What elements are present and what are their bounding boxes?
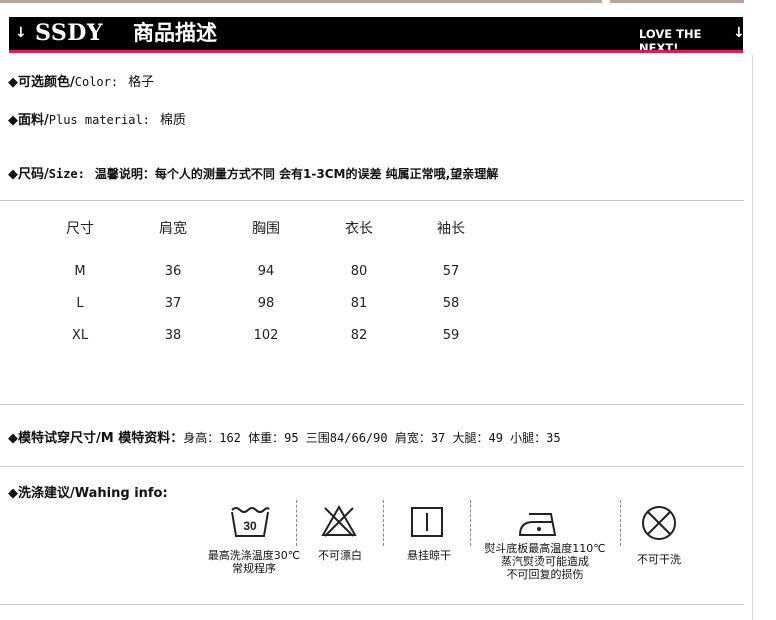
color-label-en: Color: [74,75,119,89]
care-separator [620,500,621,546]
section-header: ↓ SSDY 商品描述 LOVE THE NEXT! ↓ [9,17,745,55]
table-cell: 81 [350,296,368,311]
table-cell: 102 [253,328,279,343]
bullet-icon: ◆ [8,486,18,501]
table-header-cell: 肩宽 [159,221,187,237]
color-value: 格子 [128,75,155,90]
table-cell: 98 [257,296,275,311]
table-cell: M [74,264,86,279]
material-line: ◆面料/Plus material: 棉质 [8,112,186,129]
table-cell: XL [71,328,89,343]
care-separator [383,500,384,546]
material-value: 棉质 [159,113,186,128]
top-image-strip [0,0,744,3]
no-dry-clean-icon [642,506,676,540]
table-header-cell: 袖长 [437,221,465,237]
bullet-icon: ◆ [8,113,18,128]
table-cell: 59 [442,328,460,343]
table-cell: 80 [350,264,368,279]
model-label: 模特试穿尺寸/M 模特资料： [18,431,184,446]
washing-label: 洗涤建议/Wahing info: [18,486,168,501]
color-label: 可选颜色/ [18,75,75,90]
table-cell: 38 [164,328,182,343]
bullet-icon: ◆ [8,75,18,90]
divider [0,404,744,405]
care-label: 不可漂白 [318,549,362,562]
care-label: 最高洗涤温度30℃ 常规程序 [207,549,301,575]
material-label-en: Plus material: [48,113,150,127]
table-cell: L [76,296,84,311]
size-line: ◆尺码/Size: 温馨说明：每个人的测量方式不同 会有1-3CM的误差 纯属正常… [8,166,498,183]
wash-temp-text: 30 [243,519,257,533]
color-line: ◆可选颜色/Color: 格子 [8,74,154,91]
table-cell: 36 [164,264,182,279]
care-separator [470,500,471,546]
washing-line: ◆洗涤建议/Wahing info: [8,486,168,502]
table-header-cell: 衣长 [345,221,373,237]
care-label: 熨斗底板最高温度110℃ 蒸汽熨烫可能造成 不可回复的损伤 [484,542,606,581]
down-arrow-icon: ↓ [733,25,745,41]
right-border [752,55,753,620]
bullet-icon: ◆ [8,167,18,182]
table-cell: 58 [442,296,460,311]
bullet-icon: ◆ [8,431,18,446]
table-header-cell: 胸围 [252,221,280,237]
size-label: 尺码/ [18,167,49,182]
brand-name: SSDY [35,20,104,46]
model-line: ◆模特试穿尺寸/M 模特资料：身高：162 体重：95 三围84/66/90 肩… [8,430,561,447]
page-title: 商品描述 [133,21,217,45]
line-dry-icon [411,507,443,537]
iron-icon [518,513,557,536]
table-cell: 57 [442,264,460,279]
divider [0,200,744,201]
table-header-cell: 尺寸 [66,221,94,237]
size-note: 温馨说明：每个人的测量方式不同 会有1-3CM的误差 纯属正常哦,望亲理解 [94,167,499,181]
divider [0,604,744,605]
table-cell: 37 [164,296,182,311]
care-separator [296,500,297,546]
header-accent-line [9,50,743,53]
size-label-en: Size: [48,167,85,181]
care-label: 不可干洗 [637,553,681,566]
divider [0,466,744,467]
no-bleach-icon [321,504,357,537]
table-cell: 94 [257,264,275,279]
care-label: 悬挂晾干 [407,549,451,562]
down-arrow-icon: ↓ [15,25,27,41]
table-cell: 82 [350,328,368,343]
material-label: 面料/ [18,113,49,128]
wash-30-icon: 30 [231,507,270,537]
model-value: 身高：162 体重：95 三围84/66/90 肩宽：37 大腿：49 小腿：3… [183,431,561,445]
